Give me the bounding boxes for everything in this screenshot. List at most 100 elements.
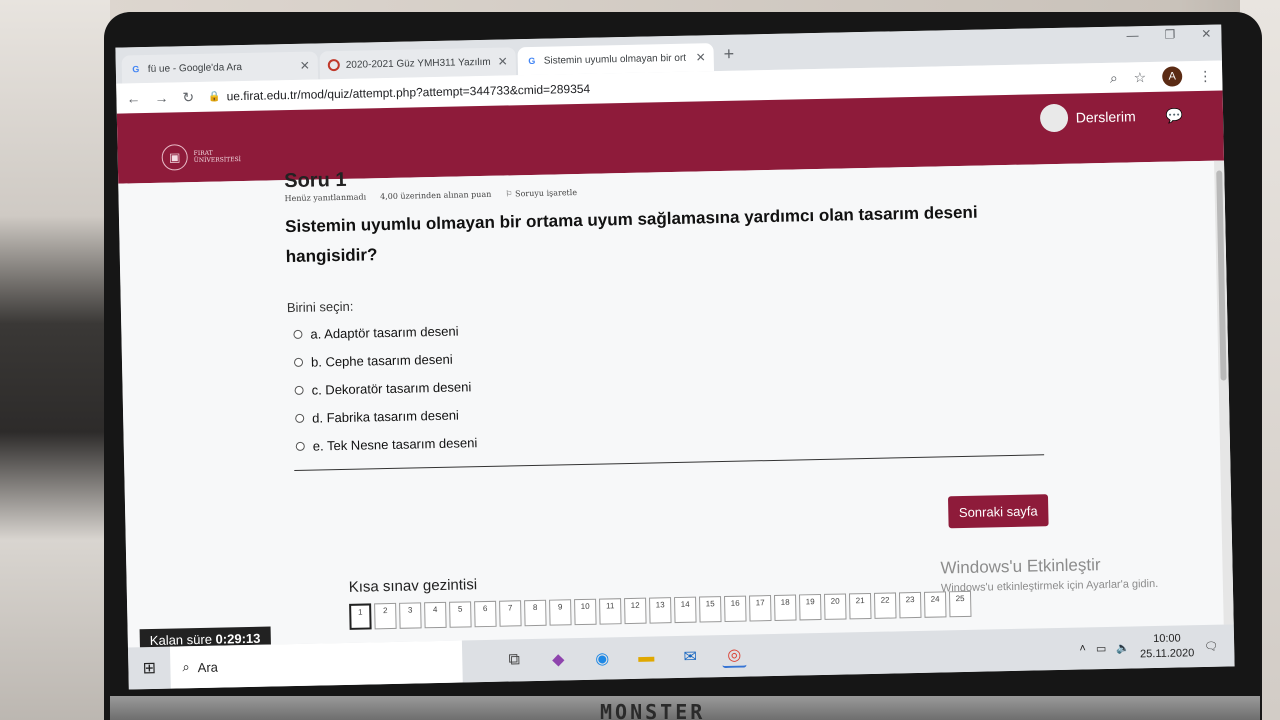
forward-icon[interactable]: →: [154, 90, 168, 106]
nav-question-11[interactable]: 11: [599, 598, 622, 625]
message-icon[interactable]: 💬: [1165, 107, 1183, 124]
nav-question-15[interactable]: 15: [699, 596, 722, 623]
nav-question-20[interactable]: 20: [823, 593, 847, 620]
nav-question-17[interactable]: 17: [749, 595, 772, 622]
moodle-icon: [327, 58, 340, 72]
courses-link[interactable]: Derslerim: [1076, 108, 1136, 125]
tab-quiz[interactable]: G Sistemin uyumlu olmayan bir ort ✕: [517, 43, 715, 76]
answer-label[interactable]: b. Cephe tasarım deseni: [311, 351, 453, 369]
nav-question-7[interactable]: 7: [499, 600, 522, 627]
chevron-up-icon[interactable]: ˄: [1079, 642, 1086, 654]
nav-question-14[interactable]: 14: [674, 596, 697, 624]
nav-question-21[interactable]: 21: [848, 592, 872, 620]
nav-question-18[interactable]: 18: [774, 594, 797, 621]
nav-question-1[interactable]: 1: [349, 603, 372, 630]
battery-icon[interactable]: ▭: [1096, 642, 1107, 655]
answer-label[interactable]: d. Fabrika tasarım deseni: [312, 407, 459, 425]
nav-question-2[interactable]: 2: [374, 602, 397, 630]
close-icon[interactable]: ✕: [300, 59, 310, 73]
screen: G fü ue - Google'da Ara ✕ 2020-2021 Güz …: [115, 24, 1235, 690]
watermark-subtitle: Windows'u etkinleştirmek için Ayarlar'a …: [940, 577, 1159, 595]
close-window-icon[interactable]: ✕: [1201, 27, 1211, 41]
bookmark-star-icon[interactable]: ☆: [1134, 69, 1147, 86]
answer-option-e[interactable]: e. Tek Nesne tasarım deseni: [295, 428, 477, 460]
answer-list: a. Adaptör tasarım deseni b. Cephe tasar…: [293, 316, 477, 460]
nav-question-25[interactable]: 25: [948, 590, 972, 618]
nav-question-22[interactable]: 22: [873, 592, 897, 619]
nav-question-6[interactable]: 6: [474, 600, 497, 628]
nav-question-5[interactable]: 5: [449, 601, 472, 628]
nav-question-8[interactable]: 8: [524, 599, 547, 627]
address-bar[interactable]: 🔒 ue.firat.edu.tr/mod/quiz/attempt.php?a…: [208, 82, 590, 104]
menu-kebab-icon[interactable]: ⋮: [1198, 67, 1212, 84]
nav-question-13[interactable]: 13: [649, 597, 672, 624]
radio-button[interactable]: [293, 357, 304, 367]
task-view-icon[interactable]: ⧉: [502, 648, 526, 672]
url-text: ue.firat.edu.tr/mod/quiz/attempt.php?att…: [226, 81, 591, 104]
nav-question-19[interactable]: 19: [799, 593, 822, 621]
radio-button[interactable]: [295, 413, 305, 423]
visual-studio-icon[interactable]: ◆: [546, 647, 570, 671]
nav-question-10[interactable]: 10: [574, 598, 597, 626]
radio-button[interactable]: [293, 329, 303, 339]
quiz-navigation: 1 2 3 4 5 6 7 8 9 10 11 12 13 14 15 16 17 18 19 20 21 22 23 24 2…: [349, 590, 972, 630]
profile-avatar[interactable]: A: [1162, 66, 1183, 87]
nav-question-16[interactable]: 16: [724, 595, 747, 623]
back-icon[interactable]: ←: [126, 90, 140, 106]
notification-icon[interactable]: 🗨: [1204, 639, 1218, 652]
reload-icon[interactable]: ↻: [182, 89, 194, 106]
zoom-icon[interactable]: ⌕: [1110, 69, 1118, 86]
system-tray: ˄ ▭ 🔈 10:00 25.11.2020 🗨: [1079, 630, 1234, 663]
minimize-icon[interactable]: —: [1126, 28, 1138, 42]
answer-option-b[interactable]: b. Cephe tasarım deseni: [293, 344, 476, 376]
nav-question-12[interactable]: 12: [624, 597, 647, 625]
avatar[interactable]: [1039, 103, 1069, 133]
close-icon[interactable]: ✕: [498, 54, 508, 68]
edge-icon[interactable]: ◉: [590, 646, 614, 670]
clock-time: 10:00: [1153, 632, 1181, 646]
next-page-button[interactable]: Sonraki sayfa: [947, 494, 1049, 529]
volume-icon[interactable]: 🔈: [1116, 641, 1130, 654]
answer-option-c[interactable]: c. Dekoratör tasarım deseni: [294, 372, 476, 404]
nav-question-23[interactable]: 23: [898, 591, 922, 619]
radio-button[interactable]: [294, 385, 304, 395]
question-status: Henüz yanıtlanmadı: [284, 192, 367, 204]
windows-start-icon[interactable]: ⊞: [128, 647, 171, 690]
tab-course[interactable]: 2020-2021 Güz YMH311 Yazılım ✕: [319, 47, 517, 80]
answer-label[interactable]: a. Adaptör tasarım deseni: [310, 323, 458, 341]
answer-label[interactable]: e. Tek Nesne tasarım deseni: [313, 435, 478, 453]
clock-date: 25.11.2020: [1139, 647, 1195, 661]
answer-option-d[interactable]: d. Fabrika tasarım deseni: [295, 400, 477, 432]
clock[interactable]: 10:00 25.11.2020: [1140, 631, 1195, 662]
radio-button[interactable]: [295, 441, 305, 451]
flag-label: Soruyu işaretle: [514, 188, 578, 199]
chrome-icon[interactable]: ◎: [722, 643, 747, 669]
background-left: [0, 0, 110, 720]
university-logo[interactable]: ▣ FIRAT ÜNİVERSİTESİ: [161, 143, 241, 171]
nav-question-24[interactable]: 24: [923, 591, 947, 618]
answer-option-a[interactable]: a. Adaptör tasarım deseni: [293, 316, 475, 348]
nav-question-4[interactable]: 4: [424, 601, 447, 629]
answer-label[interactable]: c. Dekoratör tasarım deseni: [311, 379, 471, 397]
question-text: Sistemin uyumlu olmayan bir ortama uyum …: [284, 202, 978, 267]
file-explorer-icon[interactable]: ▬: [634, 645, 658, 669]
tab-search[interactable]: G fü ue - Google'da Ara ✕: [121, 51, 319, 84]
new-tab-icon[interactable]: +: [723, 44, 734, 65]
tab-title: 2020-2021 Güz YMH311 Yazılım: [345, 56, 491, 71]
nav-question-9[interactable]: 9: [549, 599, 572, 626]
google-icon: G: [132, 64, 140, 75]
activation-watermark: Windows'u Etkinleştir Windows'u etkinleş…: [940, 554, 1159, 595]
search-icon: ⌕: [182, 659, 190, 675]
tab-title: fü ue - Google'da Ara: [147, 61, 243, 75]
answer-prompt: Birini seçin:: [286, 298, 354, 316]
flag-question[interactable]: ⚐ Soruyu işaretle: [505, 188, 577, 198]
quiz-navigation-title: Kısa sınav gezintisi: [348, 576, 478, 596]
user-menu[interactable]: Derslerim 💬: [1039, 101, 1183, 133]
mail-icon[interactable]: ✉: [678, 644, 702, 668]
question-grade: 4,00 üzerinden alınan puan: [379, 189, 492, 202]
nav-question-3[interactable]: 3: [399, 602, 422, 629]
taskbar-search[interactable]: ⌕ Ara: [169, 640, 463, 689]
close-icon[interactable]: ✕: [696, 50, 706, 64]
laptop-brand: MONSTER: [600, 700, 706, 720]
restore-icon[interactable]: ❐: [1164, 27, 1175, 41]
